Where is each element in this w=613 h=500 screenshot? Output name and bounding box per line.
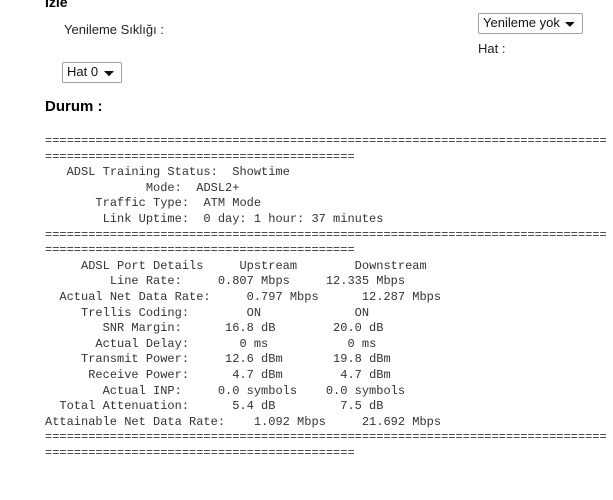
refresh-rate-label: Yenileme Sıklığı : (64, 22, 164, 37)
status-heading: Durum : (45, 98, 103, 115)
adsl-status-dump: ========================================… (45, 134, 607, 460)
line-select[interactable]: Hat 0 (62, 62, 122, 83)
line-label: Hat : (478, 41, 506, 56)
refresh-rate-select-wrapper[interactable]: Yenileme yok (478, 13, 583, 34)
page-title: İzle (45, 0, 68, 10)
line-select-wrapper[interactable]: Hat 0 (62, 62, 122, 83)
refresh-rate-select[interactable]: Yenileme yok (478, 13, 583, 34)
